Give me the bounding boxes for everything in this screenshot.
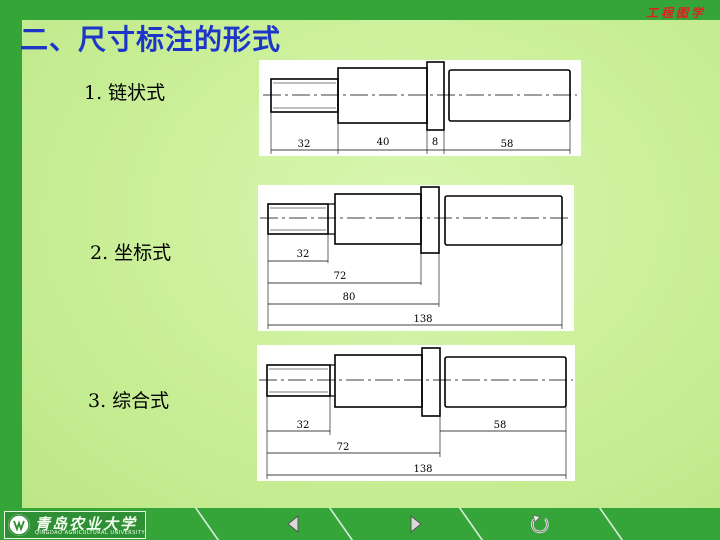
dim-72: 72	[337, 442, 350, 453]
shaft-segment-4	[448, 69, 571, 122]
university-emblem-icon	[8, 514, 30, 536]
top-bar	[0, 0, 720, 20]
footer-divider	[194, 508, 220, 540]
return-button[interactable]	[527, 512, 553, 536]
dim-40: 40	[377, 137, 390, 148]
dim-8: 8	[432, 137, 438, 148]
shaft-collar	[426, 61, 445, 131]
dim-32: 32	[297, 420, 310, 431]
dim-32: 32	[297, 249, 310, 260]
method-1-label: 1. 链状式	[84, 82, 166, 104]
coordinate-dimension-svg: 32 72 80 138	[260, 186, 572, 329]
university-logo: 青岛农业大学 QINGDAO AGRICULTURAL UNIVERSITY	[4, 511, 146, 539]
logo-subtext: QINGDAO AGRICULTURAL UNIVERSITY	[35, 530, 146, 536]
coordinate-dimension-drawing: 32 72 80 138	[258, 185, 574, 331]
dim-58: 58	[501, 139, 514, 150]
method-3-label: 3. 综合式	[88, 390, 170, 412]
triangle-left-icon	[287, 515, 299, 533]
next-slide-button[interactable]	[403, 512, 429, 536]
side-bar	[0, 0, 22, 508]
circular-arrow-icon	[531, 514, 549, 534]
footer-bar: 青岛农业大学 QINGDAO AGRICULTURAL UNIVERSITY	[0, 508, 720, 540]
triangle-right-icon	[410, 515, 422, 533]
footer-divider	[598, 508, 624, 540]
slide-title: 二、尺寸标注的形式	[20, 23, 282, 56]
dim-80: 80	[343, 292, 356, 303]
dim-138: 138	[413, 314, 432, 325]
footer-divider	[458, 508, 484, 540]
chain-dimension-drawing: 32 40 8 58	[259, 60, 581, 156]
chain-dimension-svg: 32 40 8 58	[263, 61, 577, 154]
footer-divider	[328, 508, 354, 540]
dim-138: 138	[413, 464, 432, 475]
shaft-segment-2	[337, 67, 428, 124]
combined-dimension-drawing: 32 58 72 138	[257, 345, 575, 481]
shaft-thread-segment	[270, 78, 339, 113]
slide: 二、尺寸标注的形式 工程图学 1. 链状式 32 40 8 58 2. 坐标式 …	[0, 0, 720, 540]
combined-dimension-svg: 32 58 72 138	[259, 347, 573, 479]
dim-72: 72	[334, 271, 347, 282]
course-label: 工程图学	[645, 6, 706, 20]
prev-slide-button[interactable]	[280, 512, 306, 536]
method-2-label: 2. 坐标式	[90, 242, 172, 264]
dim-32: 32	[298, 139, 311, 150]
dim-58: 58	[494, 420, 507, 431]
